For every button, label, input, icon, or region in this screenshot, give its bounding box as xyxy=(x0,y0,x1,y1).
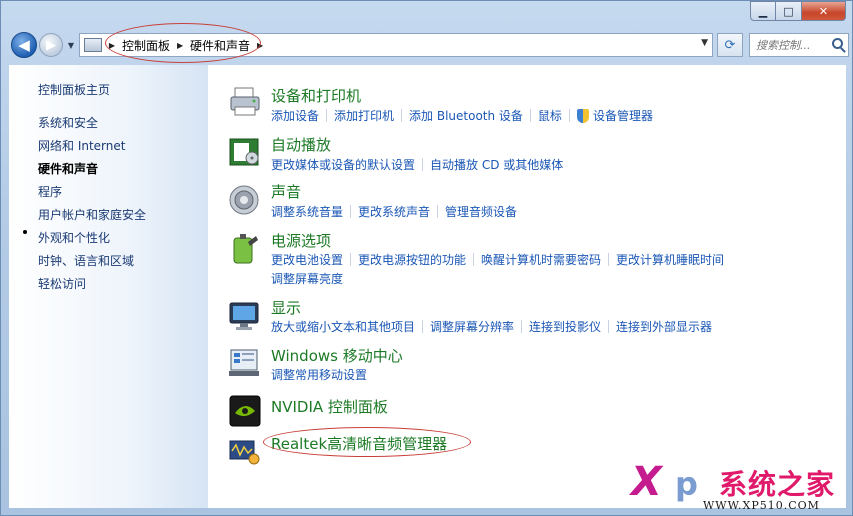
link-divider xyxy=(521,320,523,333)
category-links-row2: 调整屏幕亮度 xyxy=(271,270,343,287)
link-change-sleep-time[interactable]: 更改计算机睡眠时间 xyxy=(616,251,724,268)
link-divider xyxy=(529,109,531,122)
link-add-bluetooth-device[interactable]: 添加 Bluetooth 设备 xyxy=(409,107,523,124)
link-adjust-mobility-settings[interactable]: 调整常用移动设置 xyxy=(271,366,367,383)
speaker-icon[interactable] xyxy=(228,183,262,217)
sidebar-item-clock-language-region[interactable]: 时钟、语言和区域 xyxy=(38,252,134,269)
link-adjust-resolution[interactable]: 调整屏幕分辨率 xyxy=(430,318,514,335)
category-links: 调整系统音量 更改系统声音 管理音频设备 xyxy=(271,203,517,220)
link-change-media-defaults[interactable]: 更改媒体或设备的默认设置 xyxy=(271,156,415,173)
breadcrumb-control-panel[interactable]: 控制面板 xyxy=(119,37,173,54)
minimize-button[interactable]: ▁ xyxy=(750,1,776,21)
sidebar-item-network-internet[interactable]: 网络和 Internet xyxy=(38,137,125,154)
category-links: 更改电池设置 更改电源按钮的功能 唤醒计算机时需要密码 更改计算机睡眠时间 xyxy=(271,251,724,268)
back-button[interactable]: ◀ xyxy=(11,32,37,58)
link-divider xyxy=(422,158,424,171)
monitor-icon[interactable] xyxy=(228,299,262,333)
active-item-bullet xyxy=(23,230,27,234)
sidebar-item-user-accounts[interactable]: 用户帐户和家庭安全 xyxy=(38,206,146,223)
category-title[interactable]: Windows 移动中心 xyxy=(271,345,403,366)
link-divider xyxy=(401,109,403,122)
link-divider xyxy=(350,253,352,266)
sidebar-item-ease-of-access[interactable]: 轻松访问 xyxy=(38,275,86,292)
printer-icon[interactable] xyxy=(228,85,262,119)
link-divider xyxy=(350,205,352,218)
close-button[interactable]: ✕ xyxy=(802,1,846,21)
search-box[interactable] xyxy=(749,33,849,57)
sidebar-item-system-security[interactable]: 系统和安全 xyxy=(38,114,98,131)
link-require-password-on-wake[interactable]: 唤醒计算机时需要密码 xyxy=(481,251,601,268)
sidebar-item-hardware-sound: 硬件和声音 xyxy=(38,162,99,176)
breadcrumb-hardware-sound[interactable]: 硬件和声音 xyxy=(187,37,253,54)
link-divider xyxy=(473,253,475,266)
mobility-center-icon[interactable] xyxy=(228,347,262,381)
recent-pages-dropdown[interactable]: ▼ xyxy=(65,41,77,50)
category-links: 添加设备 添加打印机 添加 Bluetooth 设备 鼠标 设备管理器 xyxy=(271,107,653,124)
search-input[interactable] xyxy=(756,38,834,52)
link-change-battery-settings[interactable]: 更改电池设置 xyxy=(271,251,343,268)
category-title[interactable]: 设备和打印机 xyxy=(271,85,361,106)
caption-buttons: ▁ □ ✕ xyxy=(750,1,846,21)
nvidia-icon[interactable] xyxy=(228,394,262,428)
link-mouse[interactable]: 鼠标 xyxy=(538,107,562,124)
link-divider xyxy=(326,109,328,122)
forward-button[interactable]: ▶ xyxy=(39,33,63,57)
watermark-logo: X p 系统之家 WWW.XP510.COM xyxy=(623,457,849,513)
maximize-button[interactable]: □ xyxy=(776,1,802,21)
autoplay-icon[interactable] xyxy=(228,136,262,170)
sidebar: 控制面板主页 系统和安全 网络和 Internet 硬件和声音 程序 用户帐户和… xyxy=(9,65,208,508)
link-add-device[interactable]: 添加设备 xyxy=(271,107,319,124)
link-divider xyxy=(422,320,424,333)
category-title[interactable]: 声音 xyxy=(271,181,301,202)
category-links: 调整常用移动设置 xyxy=(271,366,367,383)
category-links: 更改媒体或设备的默认设置 自动播放 CD 或其他媒体 xyxy=(271,156,563,173)
address-bar[interactable]: ▶ 控制面板 ▶ 硬件和声音 ▶ ▼ xyxy=(79,33,713,57)
uac-shield-icon xyxy=(576,108,589,123)
watermark-p: p xyxy=(675,465,698,503)
watermark-url: WWW.XP510.COM xyxy=(703,499,820,512)
battery-icon[interactable] xyxy=(228,232,262,266)
window-frame: ▁ □ ✕ ◀ ▶ ▼ ▶ 控制面板 ▶ 硬件和声音 ▶ ▼ ⟳ 控制面板主页 … xyxy=(0,0,853,516)
link-make-text-larger[interactable]: 放大或缩小文本和其他项目 xyxy=(271,318,415,335)
link-divider xyxy=(568,109,570,122)
breadcrumb-separator[interactable]: ▶ xyxy=(105,41,119,50)
link-connect-external-display[interactable]: 连接到外部显示器 xyxy=(616,318,712,335)
category-title[interactable]: Realtek高清晰音频管理器 xyxy=(271,433,447,454)
link-change-system-sounds[interactable]: 更改系统声音 xyxy=(358,203,430,220)
control-panel-icon xyxy=(84,38,102,52)
link-divider xyxy=(608,320,610,333)
link-connect-projector[interactable]: 连接到投影仪 xyxy=(529,318,601,335)
main-content: 设备和打印机 添加设备 添加打印机 添加 Bluetooth 设备 鼠标 设备管… xyxy=(208,65,846,508)
sidebar-item-appearance[interactable]: 外观和个性化 xyxy=(38,229,110,246)
link-adjust-brightness[interactable]: 调整屏幕亮度 xyxy=(271,270,343,287)
category-links: 放大或缩小文本和其他项目 调整屏幕分辨率 连接到投影仪 连接到外部显示器 xyxy=(271,318,712,335)
sidebar-item-control-panel-home[interactable]: 控制面板主页 xyxy=(38,81,110,98)
category-title[interactable]: 电源选项 xyxy=(271,230,331,251)
link-manage-audio-devices[interactable]: 管理音频设备 xyxy=(445,203,517,220)
link-autoplay-cd[interactable]: 自动播放 CD 或其他媒体 xyxy=(430,156,563,173)
search-icon[interactable] xyxy=(832,38,843,49)
realtek-icon[interactable] xyxy=(228,435,262,469)
link-change-power-buttons[interactable]: 更改电源按钮的功能 xyxy=(358,251,466,268)
link-divider xyxy=(608,253,610,266)
breadcrumb-separator[interactable]: ▶ xyxy=(173,41,187,50)
watermark-brand: 系统之家 xyxy=(719,468,836,501)
link-adjust-volume[interactable]: 调整系统音量 xyxy=(271,203,343,220)
link-divider xyxy=(437,205,439,218)
refresh-button[interactable]: ⟳ xyxy=(717,33,743,57)
category-title[interactable]: 自动播放 xyxy=(271,134,331,155)
category-title[interactable]: NVIDIA 控制面板 xyxy=(271,396,388,417)
link-device-manager[interactable]: 设备管理器 xyxy=(593,107,653,124)
address-dropdown-button[interactable]: ▼ xyxy=(701,38,708,48)
sidebar-item-programs[interactable]: 程序 xyxy=(38,183,62,200)
breadcrumb-separator[interactable]: ▶ xyxy=(253,41,267,50)
navigation-bar: ◀ ▶ ▼ ▶ 控制面板 ▶ 硬件和声音 ▶ ▼ ⟳ xyxy=(7,29,849,61)
watermark-x: X xyxy=(631,459,662,505)
category-title[interactable]: 显示 xyxy=(271,297,301,318)
link-add-printer[interactable]: 添加打印机 xyxy=(334,107,394,124)
